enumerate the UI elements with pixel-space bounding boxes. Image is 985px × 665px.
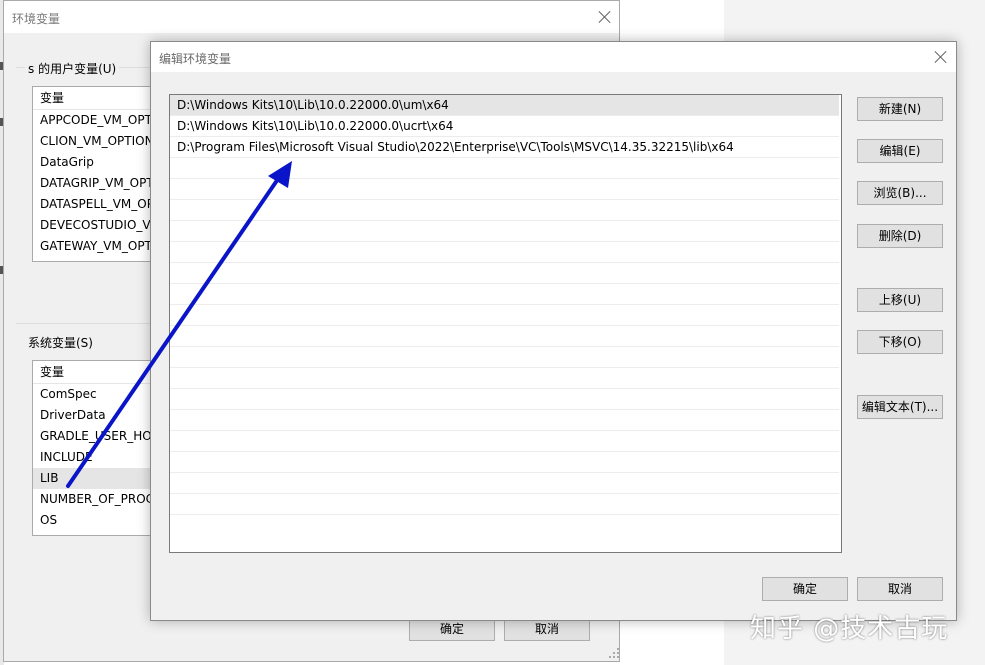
- empty-row[interactable]: [170, 431, 839, 452]
- watermark: 知乎 @技术古玩: [750, 614, 949, 644]
- ok-button[interactable]: 确定: [762, 577, 848, 601]
- edit-button[interactable]: 编辑(E): [857, 139, 943, 163]
- close-icon[interactable]: [597, 9, 613, 25]
- edit-text-button[interactable]: 编辑文本(T)...: [857, 395, 943, 419]
- empty-row[interactable]: [170, 410, 839, 431]
- empty-row[interactable]: [170, 284, 839, 305]
- move-up-button[interactable]: 上移(U): [857, 288, 943, 312]
- browse-button[interactable]: 浏览(B)...: [857, 181, 943, 205]
- empty-row[interactable]: [170, 158, 839, 179]
- empty-row[interactable]: [170, 221, 839, 242]
- close-icon[interactable]: [933, 49, 949, 65]
- system-vars-label: 系统变量(S): [25, 334, 96, 351]
- empty-row[interactable]: [170, 200, 839, 221]
- env-dialog-title: 环境变量: [12, 12, 61, 26]
- empty-row[interactable]: [170, 494, 839, 515]
- path-item[interactable]: D:\Windows Kits\10\Lib\10.0.22000.0\ucrt…: [170, 116, 839, 137]
- resize-grip-icon[interactable]: [608, 647, 620, 659]
- user-vars-label: s 的用户变量(U): [25, 60, 120, 77]
- env-dialog-title-bar: 环境变量: [4, 1, 619, 33]
- move-down-button[interactable]: 下移(O): [857, 330, 943, 354]
- path-item-selected[interactable]: D:\Windows Kits\10\Lib\10.0.22000.0\um\x…: [170, 95, 839, 116]
- edit-environment-variable-dialog: 编辑环境变量 D:\Windows Kits\10\Lib\10.0.22000…: [150, 41, 957, 621]
- delete-button[interactable]: 删除(D): [857, 224, 943, 248]
- empty-row[interactable]: [170, 179, 839, 200]
- edit-dialog-title: 编辑环境变量: [159, 52, 232, 66]
- empty-row[interactable]: [170, 452, 839, 473]
- empty-row[interactable]: [170, 326, 839, 347]
- empty-row[interactable]: [170, 368, 839, 389]
- empty-row[interactable]: [170, 473, 839, 494]
- empty-row[interactable]: [170, 263, 839, 284]
- cancel-button[interactable]: 取消: [857, 577, 943, 601]
- path-list[interactable]: D:\Windows Kits\10\Lib\10.0.22000.0\um\x…: [169, 94, 842, 553]
- new-button[interactable]: 新建(N): [857, 97, 943, 121]
- empty-row[interactable]: [170, 389, 839, 410]
- path-item[interactable]: D:\Program Files\Microsoft Visual Studio…: [170, 137, 839, 158]
- edit-dialog-title-bar: 编辑环境变量: [151, 42, 956, 72]
- empty-row[interactable]: [170, 347, 839, 368]
- empty-row[interactable]: [170, 242, 839, 263]
- empty-row[interactable]: [170, 305, 839, 326]
